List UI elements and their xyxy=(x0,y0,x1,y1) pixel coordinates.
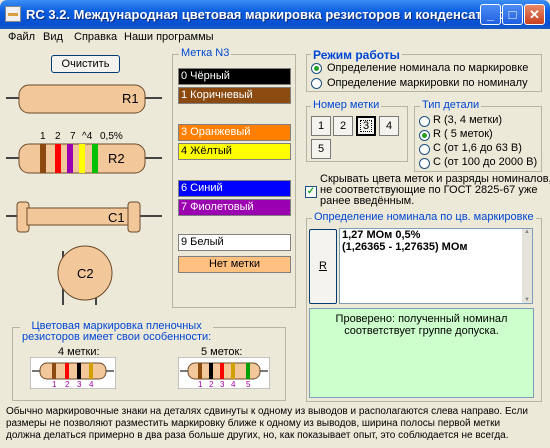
resistor-r2[interactable] xyxy=(6,143,162,174)
menu-our-programs[interactable]: Наши программы xyxy=(124,31,214,43)
part-type-radio-r34[interactable] xyxy=(419,116,430,127)
r2-band-label-4: ^4 xyxy=(82,131,93,142)
part-type-radio-r5[interactable] xyxy=(419,130,430,141)
mark-number-button-1[interactable]: 1 xyxy=(311,116,331,136)
color-swatch[interactable]: 9 Белый xyxy=(178,234,291,251)
menu-bar: Файл Вид Справка Наши программы xyxy=(0,29,550,47)
mark-number-button-5[interactable]: 5 xyxy=(311,139,331,159)
no-mark-button[interactable]: Нет метки xyxy=(178,256,291,273)
check-result-line-2: соответствует группе допуска. xyxy=(344,325,499,337)
result-panel-title: Определение номинала по цв. маркировке xyxy=(312,211,536,223)
film5-num-3: 3 xyxy=(220,380,225,389)
mark-number-button-2[interactable]: 2 xyxy=(333,116,353,136)
part-type-radio-c-high[interactable] xyxy=(419,158,430,169)
film4-num-4: 4 xyxy=(89,380,94,389)
part-type-title: Тип детали xyxy=(420,99,482,111)
mark-number-title: Номер метки xyxy=(311,99,382,111)
film5-num-1: 1 xyxy=(198,380,203,389)
film5-num-5: 5 xyxy=(246,380,251,389)
footer-note: Обычно маркировочные знаки на деталях сд… xyxy=(6,406,528,441)
menu-file[interactable]: Файл xyxy=(8,31,35,43)
r2-band-label-3: 7 xyxy=(70,131,76,142)
close-button[interactable]: ✕ xyxy=(524,4,545,25)
color-swatch[interactable]: 0 Чёрный xyxy=(178,68,291,85)
color-swatch[interactable]: 4 Жёлтый xyxy=(178,143,291,160)
film4-num-3: 3 xyxy=(77,380,82,389)
mark-number-button-3[interactable]: 3 xyxy=(356,116,376,136)
r2-band-label-1: 1 xyxy=(40,131,46,142)
part-type-label-c-low: C (от 1,6 до 63 В) xyxy=(433,142,522,154)
c2-label: C2 xyxy=(77,266,94,281)
part-type-radio-c-low[interactable] xyxy=(419,144,430,155)
r2-band-label-2: 2 xyxy=(55,131,61,142)
menu-view[interactable]: Вид xyxy=(43,31,63,43)
check-result-box: Проверено: полученный номинал соответств… xyxy=(309,308,534,398)
part-type-label-r5: R ( 5 меток) xyxy=(433,128,493,140)
part-type-label-r34: R (3, 4 метки) xyxy=(433,114,503,126)
result-type-button[interactable]: R xyxy=(309,229,337,304)
capacitor-c1[interactable] xyxy=(6,201,162,233)
scroll-down-icon[interactable]: ▼ xyxy=(522,297,532,303)
components-drawing: R1 1 2 7 ^4 0,5% R2 C1 C2 xyxy=(6,84,162,305)
mode-radio-encode[interactable] xyxy=(311,78,322,89)
r2-label: R2 xyxy=(108,151,125,166)
result-value: 1,27 МОм 0,5% xyxy=(342,229,421,241)
film4-num-1: 1 xyxy=(52,380,57,389)
result-scrollbar[interactable]: ▲ ▼ xyxy=(522,229,532,303)
mode-label-decode: Определение номинала по маркировке xyxy=(327,62,529,74)
mark-panel-title: Метка N3 xyxy=(179,47,232,59)
menu-help[interactable]: Справка xyxy=(74,31,117,43)
maximize-button[interactable]: □ xyxy=(502,4,523,25)
color-swatch[interactable]: 1 Коричневый xyxy=(178,87,291,104)
result-range: (1,26365 - 1,27635) МОм xyxy=(342,241,468,253)
app-icon xyxy=(5,6,21,22)
mark-number-button-4[interactable]: 4 xyxy=(379,116,399,136)
hide-colors-checkbox[interactable]: ✓ xyxy=(305,186,317,198)
clear-button[interactable]: Очистить xyxy=(51,55,120,73)
film5-num-2: 2 xyxy=(209,380,214,389)
title-bar[interactable]: RC 3.2. Международная цветовая маркировк… xyxy=(0,0,550,29)
mode-radio-decode[interactable] xyxy=(311,63,322,74)
hide-colors-label: Скрывать цвета меток и разряды номиналов… xyxy=(320,173,550,207)
scroll-up-icon[interactable]: ▲ xyxy=(522,229,532,235)
part-type-label-c-high: C (от 100 до 2000 В) xyxy=(433,156,538,168)
mode-label-encode: Определение маркировки по номиналу xyxy=(327,77,528,89)
color-swatch[interactable]: 7 Фиолетовый xyxy=(178,199,291,216)
c1-label: C1 xyxy=(108,210,125,225)
mode-panel-title: Режим работы xyxy=(311,48,402,62)
film4-num-2: 2 xyxy=(65,380,70,389)
film-resistor-four-image: 1 2 3 4 xyxy=(30,357,116,389)
minimize-button[interactable]: _ xyxy=(480,4,501,25)
film-resistor-title: Цветовая маркировка пленочных резисторов… xyxy=(20,320,214,343)
check-result-line-1: Проверено: полученный номинал xyxy=(335,313,508,325)
film-resistor-five-image: 1 2 3 4 5 xyxy=(178,357,270,389)
color-swatch[interactable]: 3 Оранжевый xyxy=(178,124,291,141)
film5-num-4: 4 xyxy=(231,380,236,389)
r1-label: R1 xyxy=(122,91,139,106)
color-swatch[interactable]: 6 Синий xyxy=(178,180,291,197)
r2-band-label-5: 0,5% xyxy=(100,131,123,142)
window-title: RC 3.2. Международная цветовая маркировк… xyxy=(26,7,514,22)
